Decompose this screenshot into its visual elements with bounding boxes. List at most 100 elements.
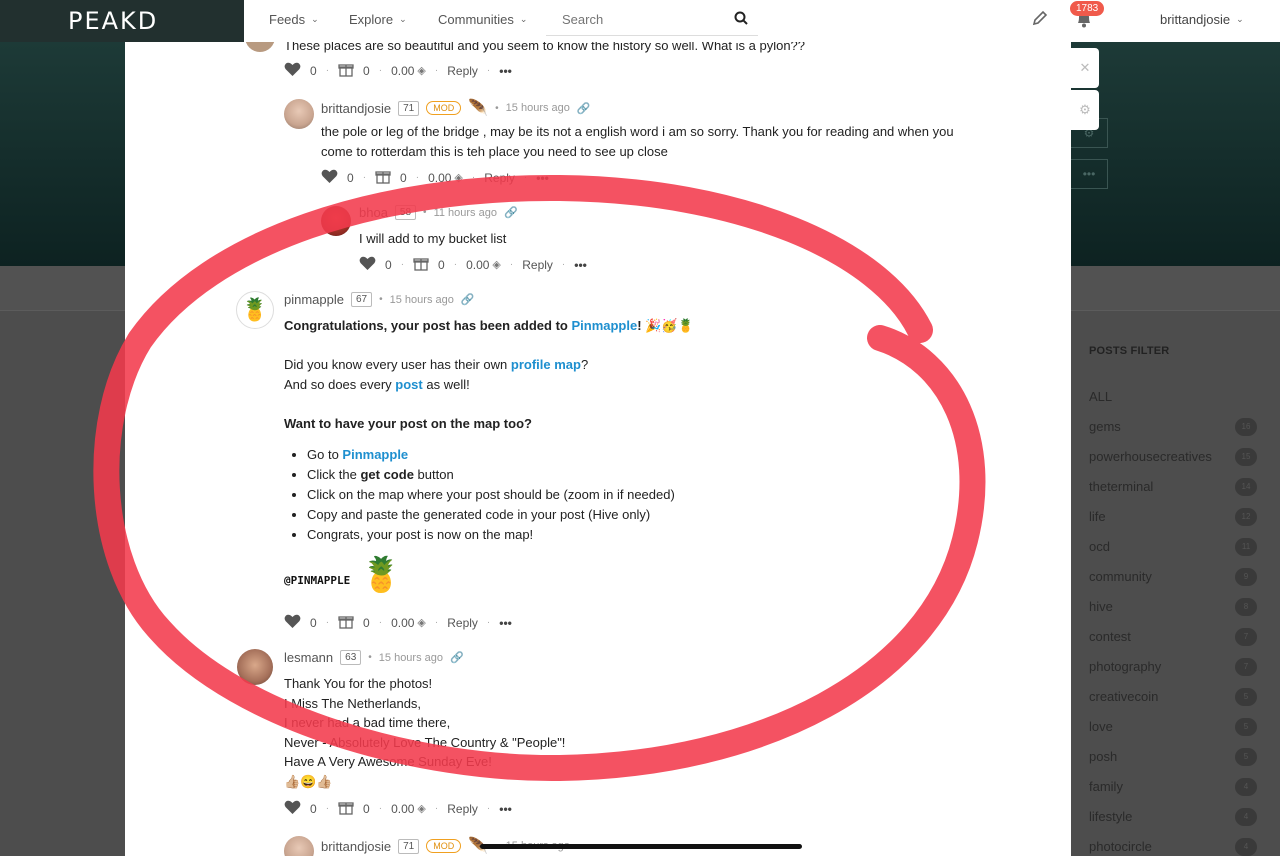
filter-item[interactable]: ocd 11 <box>1089 538 1257 556</box>
payout-value[interactable]: 0.00 <box>428 171 451 185</box>
headline-text: Congratulations, your post has been adde… <box>284 318 572 333</box>
filter-item[interactable]: creativecoin 5 <box>1089 688 1257 706</box>
timestamp[interactable]: 15 hours ago <box>506 102 570 114</box>
heart-icon[interactable] <box>284 62 301 80</box>
heart-icon[interactable] <box>359 256 376 274</box>
more-icon[interactable]: ••• <box>574 258 587 272</box>
filter-item[interactable]: life 12 <box>1089 508 1257 526</box>
payout-value[interactable]: 0.00 <box>391 802 414 816</box>
author-link[interactable]: pinmapple <box>284 292 344 307</box>
list-item: Copy and paste the generated code in you… <box>307 505 984 525</box>
payout-value[interactable]: 0.00 <box>391 616 414 630</box>
filter-item[interactable]: powerhousecreatives 15 <box>1089 448 1257 466</box>
heart-icon[interactable] <box>284 614 301 632</box>
link-icon[interactable]: 🔗 <box>461 293 475 306</box>
filter-item[interactable]: love 5 <box>1089 718 1257 736</box>
link-icon[interactable]: 🔗 <box>504 206 518 219</box>
timestamp[interactable]: 15 hours ago <box>390 294 454 306</box>
nav-communities[interactable]: Communities ⌄ <box>438 12 527 27</box>
notification-badge[interactable]: 1783 <box>1070 1 1105 16</box>
gear-icon[interactable]: ⚙ <box>1071 90 1099 130</box>
filter-label: creativecoin <box>1089 689 1159 704</box>
reputation-badge: 67 <box>351 292 373 307</box>
filter-item[interactable]: hive 8 <box>1089 598 1257 616</box>
filter-item[interactable]: contest 7 <box>1089 628 1257 646</box>
filter-count: 4 <box>1235 838 1257 856</box>
pencil-icon[interactable] <box>1031 9 1049 32</box>
separator: · <box>378 65 383 76</box>
profile-map-link[interactable]: profile map <box>511 357 581 372</box>
more-icon[interactable]: ••• <box>499 802 512 816</box>
comment-header: lesmann 63 • 15 hours ago 🔗 <box>284 650 464 665</box>
gift-icon[interactable] <box>338 799 354 818</box>
filter-count: 8 <box>1235 598 1257 616</box>
reply-button[interactable]: Reply <box>447 64 478 78</box>
avatar[interactable] <box>237 649 273 685</box>
author-link[interactable]: bhoa <box>359 205 388 220</box>
reply-button[interactable]: Reply <box>522 258 553 272</box>
user-menu[interactable]: brittandjosie ⌄ <box>1160 12 1244 27</box>
filter-item[interactable]: theterminal 14 <box>1089 478 1257 496</box>
peakd-logo[interactable]: PEAKD <box>0 0 244 42</box>
gift-icon[interactable] <box>338 613 354 632</box>
more-icon[interactable]: ••• <box>499 64 512 78</box>
reply-button[interactable]: Reply <box>447 802 478 816</box>
comment-text: the pole or leg of the bridge , may be i… <box>321 124 954 159</box>
filter-item[interactable]: photography 7 <box>1089 658 1257 676</box>
separator: · <box>325 65 330 76</box>
avatar[interactable] <box>284 836 314 856</box>
nav-explore[interactable]: Explore ⌄ <box>349 12 407 27</box>
comment-header: brittandjosie 71 MOD 🪶 • 15 hours ago 🔗 <box>321 98 591 118</box>
gift-icon[interactable] <box>375 168 391 187</box>
filter-item[interactable]: family 4 <box>1089 778 1257 796</box>
avatar[interactable] <box>245 42 275 52</box>
filter-label: life <box>1089 509 1106 524</box>
link-icon[interactable]: 🔗 <box>577 102 591 115</box>
top-navbar: PEAKD Feeds ⌄ Explore ⌄ Communities ⌄ 17… <box>0 0 1280 42</box>
filter-item[interactable]: gems 16 <box>1089 418 1257 436</box>
filter-item[interactable]: ALL <box>1089 389 1257 404</box>
text-line: I never had a bad time there, <box>284 715 451 730</box>
post-link[interactable]: post <box>395 377 422 392</box>
pineapple-icon: 🍍 <box>241 297 269 322</box>
filter-item[interactable]: posh 5 <box>1089 748 1257 766</box>
payout-value[interactable]: 0.00 <box>466 258 489 272</box>
pinmapple-link[interactable]: Pinmapple <box>342 447 408 462</box>
home-indicator-bar <box>480 844 802 849</box>
timestamp[interactable]: 11 hours ago <box>434 207 497 219</box>
heart-icon[interactable] <box>284 800 301 818</box>
gift-count: 0 <box>363 63 370 78</box>
gift-icon[interactable] <box>413 255 429 274</box>
nav-feeds[interactable]: Feeds ⌄ <box>269 12 319 27</box>
timestamp[interactable]: 15 hours ago <box>379 652 443 664</box>
more-icon[interactable]: ••• <box>499 616 512 630</box>
filter-item[interactable]: lifestyle 4 <box>1089 808 1257 826</box>
chevron-down-icon: ⌄ <box>1236 14 1244 24</box>
reply-button[interactable]: Reply <box>484 171 515 185</box>
heart-icon[interactable] <box>321 169 338 187</box>
filter-label: hive <box>1089 599 1113 614</box>
more-icon[interactable]: ••• <box>536 171 549 185</box>
link-icon[interactable]: 🔗 <box>450 651 464 664</box>
pinmapple-link[interactable]: Pinmapple <box>571 318 637 333</box>
hive-icon: ◈ <box>417 617 426 629</box>
author-link[interactable]: lesmann <box>284 650 333 665</box>
search-input[interactable] <box>546 6 716 32</box>
author-link[interactable]: brittandjosie <box>321 101 391 116</box>
payout-value[interactable]: 0.00 <box>391 64 414 78</box>
separator: · <box>486 617 491 628</box>
reply-button[interactable]: Reply <box>447 616 478 630</box>
filter-label: posh <box>1089 749 1118 764</box>
list-item: Click on the map where your post should … <box>307 485 984 505</box>
filter-item[interactable]: photocircle 4 <box>1089 838 1257 856</box>
filter-label: love <box>1089 719 1113 734</box>
author-link[interactable]: brittandjosie <box>321 839 391 854</box>
avatar[interactable] <box>321 206 351 236</box>
close-icon[interactable]: ✕ <box>1071 48 1099 88</box>
line-text: And so does every <box>284 377 396 392</box>
avatar[interactable] <box>284 99 314 129</box>
filter-item[interactable]: community 9 <box>1089 568 1257 586</box>
gift-icon[interactable] <box>338 61 354 80</box>
avatar[interactable]: 🍍 <box>236 291 274 329</box>
search-icon[interactable] <box>734 11 748 30</box>
